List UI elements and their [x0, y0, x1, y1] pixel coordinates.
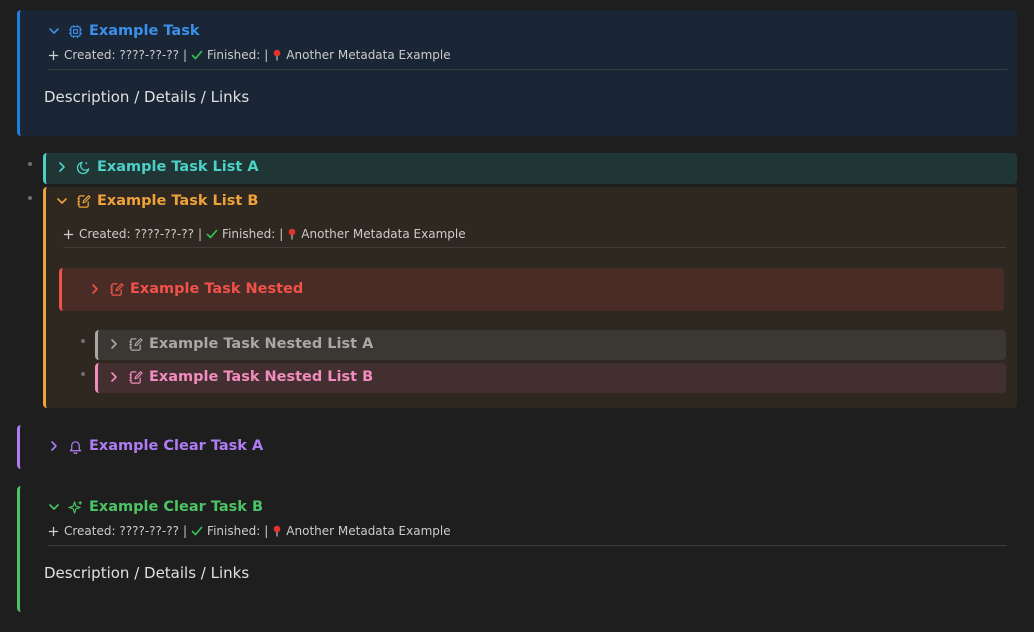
task-header[interactable]: Example Task Nested List B [108, 369, 373, 385]
task-title: Example Task Nested List B [149, 369, 374, 385]
task-callout-example-task: Example Task Created: ????-??-?? | Finish… [17, 10, 1017, 136]
created-value: ????-??-?? [134, 227, 194, 241]
list-bullet [81, 372, 85, 376]
task-title: Example Clear Task B [89, 499, 263, 515]
separator: | [183, 524, 188, 538]
check-icon [206, 229, 218, 239]
chevron-right-icon[interactable] [48, 440, 60, 452]
divider [48, 545, 1007, 546]
task-header[interactable]: Example Task List A [56, 159, 259, 175]
created-label: Created: [79, 227, 131, 241]
task-title: Example Task List A [97, 159, 259, 175]
bell-icon [69, 440, 82, 454]
pushpin-icon [273, 49, 281, 61]
task-callout-nested: Example Task Nested [59, 268, 1004, 311]
notebook-pen-icon [77, 194, 91, 208]
task-header[interactable]: Example Task Nested List A [108, 336, 373, 352]
list-bullet [28, 162, 32, 166]
notebook-pen-icon [129, 337, 143, 351]
created-value: ????-??-?? [119, 48, 179, 62]
separator: | [198, 227, 203, 241]
pushpin-icon [273, 525, 281, 537]
finished-label: Finished: [222, 227, 276, 241]
task-callout-list-b: Example Task List B Created: ????-??-?? |… [43, 187, 1017, 408]
task-metadata: Created: ????-??-?? | Finished: | Another … [63, 227, 466, 241]
separator: | [183, 48, 188, 62]
notebook-pen-icon [129, 370, 143, 384]
task-callout-clear-b: Example Clear Task B Created: ????-??-??… [17, 486, 1017, 612]
task-header[interactable]: Example Task List B [56, 193, 258, 209]
list-bullet [81, 339, 85, 343]
plus-icon [48, 50, 59, 60]
task-header[interactable]: Example Clear Task B [48, 499, 263, 515]
list-bullet [28, 196, 32, 200]
task-callout-clear-a: Example Clear Task A [17, 425, 1017, 469]
task-metadata: Created: ????-??-?? | Finished: | Another … [48, 48, 451, 62]
task-title: Example Task Nested List A [149, 336, 374, 352]
task-title: Example Task Nested [130, 281, 304, 297]
task-metadata: Created: ????-??-?? | Finished: | Another … [48, 524, 451, 538]
chevron-right-icon[interactable] [89, 283, 101, 295]
plus-icon [48, 526, 59, 536]
created-value: ????-??-?? [119, 524, 179, 538]
task-header[interactable]: Example Clear Task A [48, 438, 263, 454]
task-callout-list-a: Example Task List A [43, 153, 1017, 184]
extra-metadata: Another Metadata Example [301, 227, 466, 241]
task-header[interactable]: Example Task Nested [89, 281, 303, 297]
check-icon [191, 526, 203, 536]
chevron-down-icon[interactable] [56, 195, 68, 207]
moon-icon [76, 161, 90, 174]
chevron-down-icon[interactable] [48, 25, 60, 37]
finished-label: Finished: [207, 48, 261, 62]
task-header[interactable]: Example Task [48, 23, 199, 39]
divider [63, 247, 1006, 248]
pushpin-icon [288, 228, 296, 240]
extra-metadata: Another Metadata Example [286, 48, 451, 62]
chevron-right-icon[interactable] [108, 338, 120, 350]
extra-metadata: Another Metadata Example [286, 524, 451, 538]
separator: | [264, 524, 269, 538]
notebook-pen-icon [110, 282, 124, 296]
chevron-right-icon[interactable] [108, 371, 120, 383]
separator: | [279, 227, 284, 241]
sparkles-icon [68, 500, 83, 514]
chevron-right-icon[interactable] [56, 161, 68, 173]
finished-label: Finished: [207, 524, 261, 538]
task-callout-nested-list-a: Example Task Nested List A [95, 330, 1006, 360]
cpu-icon [68, 24, 83, 38]
check-icon [191, 50, 203, 60]
task-title: Example Task List B [97, 193, 259, 209]
task-title: Example Clear Task A [89, 438, 264, 454]
separator: | [264, 48, 269, 62]
divider [48, 69, 1007, 70]
task-description: Description / Details / Links [44, 564, 250, 582]
created-label: Created: [64, 48, 116, 62]
task-callout-nested-list-b: Example Task Nested List B [95, 363, 1006, 393]
task-title: Example Task [89, 23, 200, 39]
chevron-down-icon[interactable] [48, 501, 60, 513]
task-description: Description / Details / Links [44, 88, 250, 106]
created-label: Created: [64, 524, 116, 538]
plus-icon [63, 229, 74, 239]
